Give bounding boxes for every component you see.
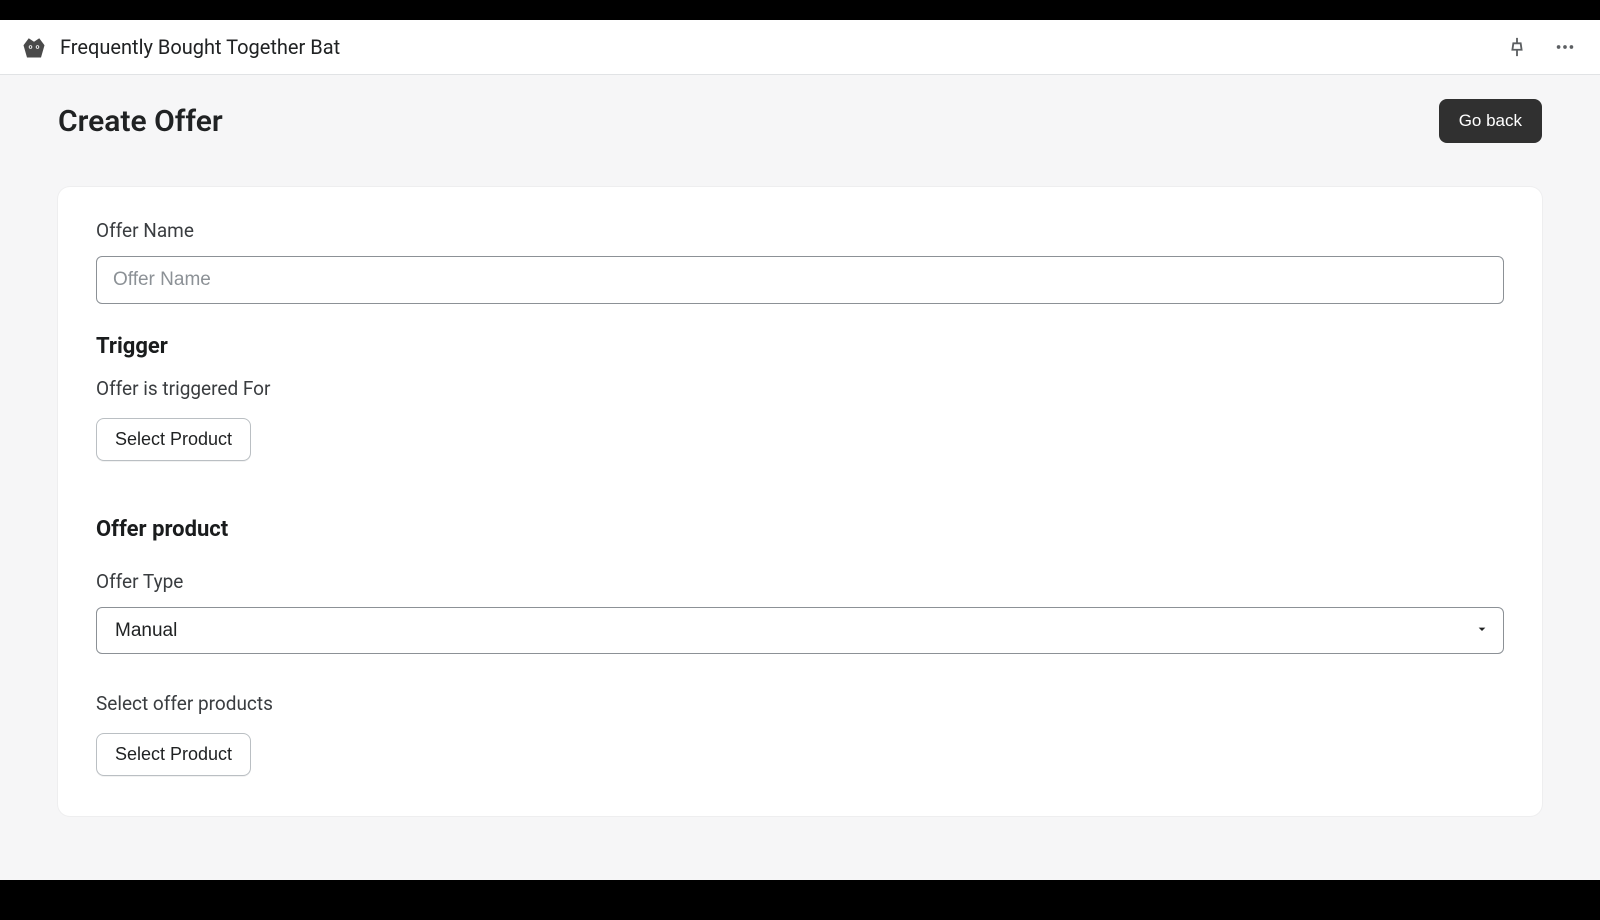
- select-offer-product-button[interactable]: Select Product: [96, 733, 251, 776]
- offer-product-heading: Offer product: [96, 517, 1504, 542]
- trigger-heading: Trigger: [96, 334, 1504, 359]
- pin-icon[interactable]: [1502, 32, 1532, 62]
- trigger-label: Offer is triggered For: [96, 377, 1504, 400]
- offer-type-select[interactable]: Manual: [96, 607, 1504, 654]
- top-bar-left: Frequently Bought Together Bat: [20, 33, 340, 61]
- top-bar-right: [1502, 32, 1580, 62]
- select-trigger-product-button[interactable]: Select Product: [96, 418, 251, 461]
- more-icon[interactable]: [1550, 32, 1580, 62]
- form-card: Offer Name Trigger Offer is triggered Fo…: [58, 187, 1542, 816]
- app-title: Frequently Bought Together Bat: [60, 35, 340, 59]
- app-frame: Frequently Bought Together Bat Create Of…: [0, 20, 1600, 880]
- select-offer-products-label: Select offer products: [96, 692, 1504, 715]
- page-header: Create Offer Go back: [0, 75, 1600, 165]
- offer-type-select-wrap: Manual: [96, 607, 1504, 654]
- go-back-button[interactable]: Go back: [1439, 99, 1542, 143]
- page-title: Create Offer: [58, 104, 223, 139]
- top-bar: Frequently Bought Together Bat: [0, 20, 1600, 75]
- offer-name-label: Offer Name: [96, 219, 1504, 242]
- app-logo-icon: [20, 33, 48, 61]
- offer-type-label: Offer Type: [96, 570, 1504, 593]
- offer-name-input[interactable]: [96, 256, 1504, 304]
